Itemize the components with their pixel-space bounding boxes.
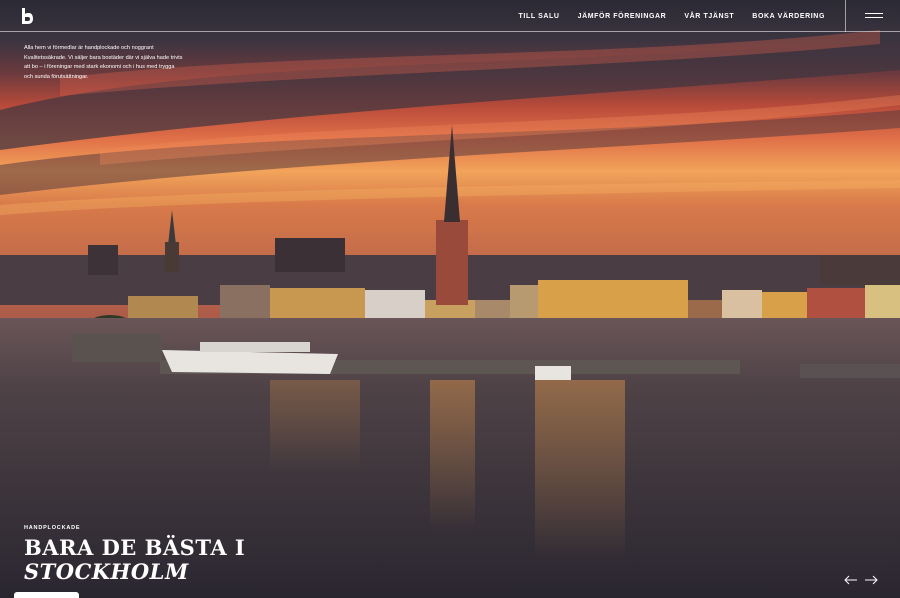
hero-title-line-2: STOCKHOLM <box>24 559 189 584</box>
arrow-left-icon[interactable] <box>844 573 858 587</box>
arrow-right-icon[interactable] <box>864 573 878 587</box>
hero-title-line-1: BARA DE BÄSTA I <box>24 535 246 560</box>
carousel-controls <box>844 573 880 587</box>
intro-text: Alla hem vi förmedlar är handplockade oc… <box>24 45 183 80</box>
hero-cta-button[interactable] <box>14 592 79 598</box>
hero-eyebrow: HANDPLOCKADE <box>24 525 81 531</box>
hero-title: BARA DE BÄSTA I STOCKHOLM <box>24 536 245 584</box>
hero-background-image <box>0 0 900 598</box>
nav-jamfor-foreningar[interactable]: JÄMFÖR FÖRENINGAR <box>578 13 667 20</box>
nav-till-salu[interactable]: TILL SALU <box>519 13 560 20</box>
main-nav: TILL SALU JÄMFÖR FÖRENINGAR VÅR TJÄNST B… <box>519 0 825 32</box>
nav-var-tjanst[interactable]: VÅR TJÄNST <box>684 13 734 20</box>
stockholm-skyline-illustration <box>0 0 900 598</box>
menu-button[interactable] <box>845 0 900 32</box>
b-logo-icon[interactable] <box>20 7 34 25</box>
site-header: TILL SALU JÄMFÖR FÖRENINGAR VÅR TJÄNST B… <box>0 0 900 32</box>
nav-boka-vardering[interactable]: BOKA VÄRDERING <box>752 13 825 20</box>
